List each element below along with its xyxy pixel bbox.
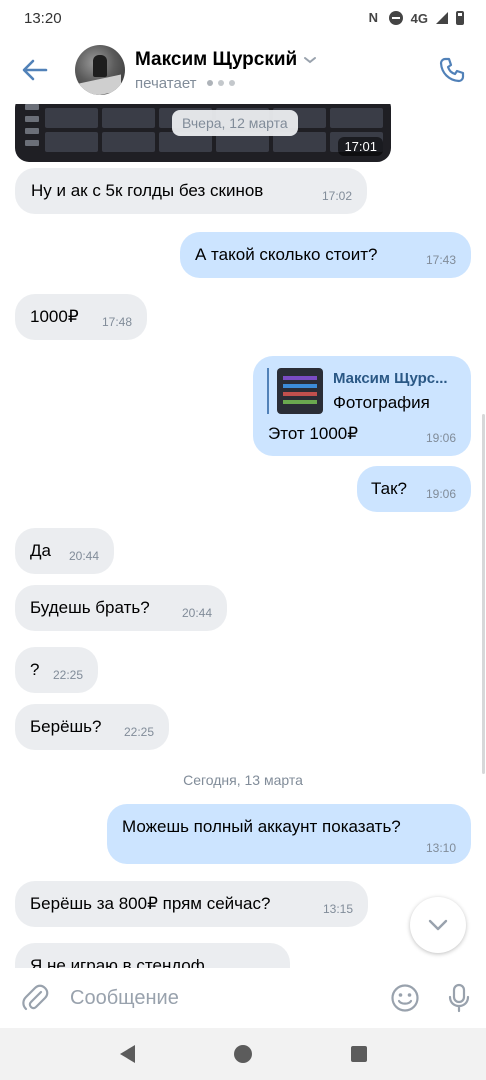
typing-status: печатает [135, 74, 197, 92]
message-bubble[interactable]: 1000₽ 17:48 [15, 294, 147, 340]
smile-icon [391, 984, 419, 1012]
nav-home-icon[interactable] [233, 1045, 252, 1063]
chevron-down-icon [304, 56, 317, 63]
system-nav-bar [0, 1028, 486, 1080]
battery-icon [456, 11, 464, 25]
nav-back-icon[interactable] [119, 1045, 135, 1063]
message-time: 20:44 [181, 606, 212, 620]
call-button[interactable] [424, 36, 480, 104]
message-time: 20:44 [68, 549, 99, 563]
status-bar: 13:20 N 4G [0, 0, 486, 36]
nfc-icon: N [368, 10, 379, 25]
message-bubble[interactable]: Ну и ак с 5к голды без скинов 17:02 [15, 168, 367, 214]
paperclip-icon [22, 984, 49, 1011]
message-text: Этот 1000₽ [268, 424, 359, 443]
status-icons: N 4G [369, 11, 464, 26]
message-text: Ну и ак с 5к голды без скинов [31, 181, 264, 200]
microphone-icon [448, 983, 470, 1013]
message-bubble[interactable]: Так? 19:06 [357, 466, 471, 512]
message-bubble[interactable]: Я не играю в стендоф [15, 943, 290, 968]
message-bubble[interactable]: Да 20:44 [15, 528, 114, 574]
message-time: 13:10 [425, 841, 456, 855]
message-text: Берёшь? [30, 717, 102, 736]
message-text: ? [30, 660, 40, 679]
message-text: Берёшь за 800₽ прям сейчас? [30, 894, 271, 913]
network-type: 4G [410, 10, 428, 26]
typing-indicator-icon [206, 80, 235, 86]
do-not-disturb-icon [388, 11, 403, 25]
arrow-left-icon [22, 59, 48, 81]
message-text: Да [30, 541, 51, 560]
photo-time: 17:01 [338, 137, 383, 156]
signal-icon [436, 12, 448, 24]
message-composer [0, 968, 486, 1028]
message-text: Будешь брать? [30, 598, 150, 617]
nav-recents-icon[interactable] [350, 1046, 367, 1062]
message-bubble[interactable]: Берёшь? 22:25 [15, 704, 169, 750]
status-time: 13:20 [24, 9, 62, 27]
message-time: 13:15 [322, 902, 353, 916]
contact-title[interactable]: Максим Щурский печатает [135, 49, 424, 92]
reply-caption: Фотография [333, 393, 430, 412]
message-bubble[interactable]: ? 22:25 [15, 647, 98, 693]
message-text: Можешь полный аккаунт показать? [122, 817, 401, 836]
chevron-down-icon [428, 919, 448, 931]
message-bubble[interactable]: Можешь полный аккаунт показать? 13:10 [107, 804, 471, 864]
reply-thumbnail [277, 368, 323, 414]
message-bubble[interactable]: Максим Щурс... Фотография Этот 1000₽ 19:… [253, 356, 471, 456]
message-time: 22:25 [123, 725, 154, 739]
message-time: 19:06 [425, 431, 456, 445]
chat-header: Максим Щурский печатает [0, 36, 486, 104]
scroll-down-button[interactable] [410, 897, 466, 953]
message-time: 17:02 [321, 189, 352, 203]
avatar[interactable] [75, 45, 125, 95]
message-text: Я не играю в стендоф [30, 956, 205, 968]
date-pill: Вчера, 12 марта [172, 110, 298, 136]
attach-button[interactable] [0, 968, 70, 1028]
reply-preview[interactable]: Максим Щурс... Фотография [267, 368, 457, 414]
message-bubble[interactable]: Будешь брать? 20:44 [15, 585, 227, 631]
message-input[interactable] [70, 978, 378, 1018]
message-bubble[interactable]: А такой сколько стоит? 17:43 [180, 232, 471, 278]
message-time: 19:06 [425, 487, 456, 501]
contact-name: Максим Щурский [135, 48, 298, 70]
date-separator: Сегодня, 13 марта [183, 772, 303, 788]
emoji-button[interactable] [378, 968, 432, 1028]
scrollbar[interactable] [482, 414, 485, 774]
phone-icon [439, 57, 465, 83]
microphone-button[interactable] [432, 968, 486, 1028]
message-time: 17:43 [425, 253, 456, 267]
message-time: 22:25 [52, 668, 83, 682]
chat-screen: 13:20 N 4G Максим Щурский печатает 17:01… [0, 0, 486, 1080]
message-text: Так? [371, 479, 407, 498]
message-list[interactable]: 17:01 Вчера, 12 марта Ну и ак с 5к голды… [0, 104, 486, 968]
message-text: А такой сколько стоит? [195, 245, 378, 264]
back-button[interactable] [0, 36, 70, 104]
message-time: 17:48 [101, 315, 132, 329]
message-bubble[interactable]: Берёшь за 800₽ прям сейчас? 13:15 [15, 881, 368, 927]
reply-author: Максим Щурс... [333, 370, 448, 387]
message-text: 1000₽ [30, 307, 79, 326]
